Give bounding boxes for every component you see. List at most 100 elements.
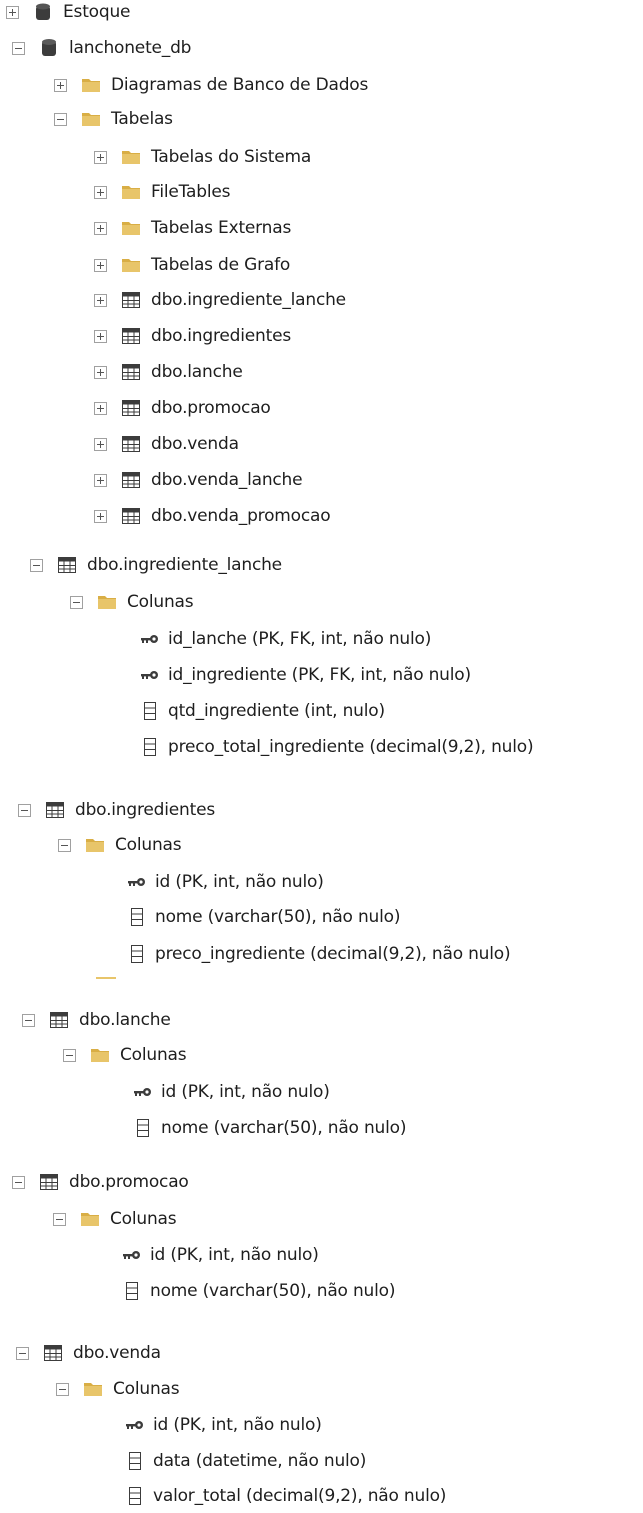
table-icon [121,327,141,345]
collapse-toggle[interactable] [22,1013,35,1027]
collapse-toggle[interactable] [30,558,43,572]
collapse-toggle[interactable] [58,838,71,852]
expand-toggle[interactable] [94,509,107,523]
column-item[interactable]: nome (varchar(50), não nulo) [133,1113,406,1143]
collapse-toggle[interactable] [56,1382,69,1396]
expand-toggle[interactable] [94,258,107,272]
column-icon [125,1487,145,1505]
tree-node-label: Tabelas [111,109,173,129]
tree-node-label: dbo.ingrediente_lanche [87,555,282,575]
column-item[interactable]: nome (varchar(50), não nulo) [122,1276,395,1306]
tree-node-label: dbo.lanche [79,1010,171,1030]
expand-toggle[interactable] [94,329,107,343]
collapse-toggle[interactable] [12,1175,25,1189]
tree-node-table[interactable]: dbo.venda [94,429,239,459]
column-icon [127,945,147,963]
column-label: id (PK, int, não nulo) [153,1415,322,1435]
column-label: preco_total_ingrediente (decimal(9,2), n… [168,737,534,757]
column-item[interactable]: id_lanche (PK, FK, int, não nulo) [140,624,431,654]
column-icon [122,1282,142,1300]
tree-node-columns-folder[interactable]: Colunas [53,1204,177,1234]
column-item[interactable]: id (PK, int, não nulo) [133,1077,330,1107]
expand-toggle[interactable] [94,293,107,307]
key-icon [125,1416,145,1434]
expand-toggle[interactable] [94,365,107,379]
tree-node-table[interactable]: dbo.venda_lanche [94,465,303,495]
column-label: nome (varchar(50), não nulo) [150,1281,396,1301]
tree-node-diagrams[interactable]: Diagramas de Banco de Dados [54,70,368,100]
tree-node-label: dbo.venda [73,1343,161,1363]
column-item[interactable]: id (PK, int, não nulo) [122,1240,319,1270]
tree-node-table[interactable]: dbo.lanche [22,1005,171,1035]
tree-node-table[interactable]: dbo.lanche [94,357,243,387]
folder-icon [83,1380,103,1398]
collapse-toggle[interactable] [18,803,31,817]
column-item[interactable]: id (PK, int, não nulo) [127,867,324,897]
column-label: id (PK, int, não nulo) [150,1245,319,1265]
tree-node-label: dbo.venda_lanche [151,470,303,490]
expand-toggle[interactable] [94,185,107,199]
tree-node-columns-folder[interactable]: Colunas [70,587,194,617]
tree-node-database[interactable]: lanchonete_db [12,33,191,63]
table-icon [121,291,141,309]
column-item[interactable]: data (datetime, não nulo) [125,1446,366,1476]
column-item[interactable]: preco_total_ingrediente (decimal(9,2), n… [140,732,534,762]
expand-toggle[interactable] [54,78,67,92]
column-label: qtd_ingrediente (int, nulo) [168,701,385,721]
expand-toggle[interactable] [94,221,107,235]
expand-toggle[interactable] [94,437,107,451]
tree-node-label: Colunas [115,835,182,855]
column-icon [133,1119,153,1137]
tree-node-folder[interactable]: Tabelas de Grafo [94,250,290,280]
tree-node-folder[interactable]: Tabelas do Sistema [94,142,311,172]
expand-toggle[interactable] [94,150,107,164]
tree-node-label: dbo.ingredientes [151,326,291,346]
tree-node-table[interactable]: dbo.venda [16,1338,161,1368]
table-icon [57,556,77,574]
column-item[interactable]: qtd_ingrediente (int, nulo) [140,696,385,726]
tree-node-estoque[interactable]: Estoque [6,0,130,27]
column-icon [140,702,160,720]
tree-node-label: Tabelas de Grafo [151,255,291,275]
key-icon [133,1083,153,1101]
tree-node-label: FileTables [151,182,231,202]
tree-node-columns-folder[interactable]: Colunas [58,830,182,860]
folder-icon [97,593,117,611]
collapse-toggle[interactable] [12,41,25,55]
tree-node-table[interactable]: dbo.ingrediente_lanche [94,285,346,315]
column-item[interactable]: nome (varchar(50), não nulo) [127,902,400,932]
tree-node-label: Tabelas do Sistema [151,147,312,167]
tree-node-folder[interactable]: Tabelas Externas [94,213,291,243]
column-item[interactable]: id_ingrediente (PK, FK, int, não nulo) [140,660,471,690]
column-item[interactable]: valor_total (decimal(9,2), não nulo) [125,1481,446,1511]
tree-node-folder[interactable]: FileTables [94,177,230,207]
collapse-toggle[interactable] [63,1048,76,1062]
tree-node-label: dbo.venda_promocao [151,506,331,526]
tree-node-table[interactable]: dbo.ingredientes [18,795,215,825]
expand-toggle[interactable] [94,401,107,415]
collapse-toggle[interactable] [54,112,67,126]
tree-node-label: dbo.venda [151,434,239,454]
database-icon [33,3,53,21]
column-label: valor_total (decimal(9,2), não nulo) [153,1486,447,1506]
column-label: id (PK, int, não nulo) [161,1082,330,1102]
tree-node-table[interactable]: dbo.venda_promocao [94,501,331,531]
tree-node-table[interactable]: dbo.ingredientes [94,321,291,351]
collapse-toggle[interactable] [70,595,83,609]
tree-node-columns-folder[interactable]: Colunas [56,1374,180,1404]
column-item[interactable]: id (PK, int, não nulo) [125,1410,322,1440]
tree-node-tables[interactable]: Tabelas [54,104,173,134]
tree-node-table[interactable]: dbo.ingrediente_lanche [30,550,282,580]
tree-node-table[interactable]: dbo.promocao [94,393,271,423]
expand-toggle[interactable] [6,5,19,19]
tree-node-columns-folder[interactable]: Colunas [63,1040,187,1070]
tree-node-label: Diagramas de Banco de Dados [111,75,369,95]
collapse-toggle[interactable] [16,1346,29,1360]
tree-node-table[interactable]: dbo.promocao [12,1167,189,1197]
column-item[interactable]: preco_ingrediente (decimal(9,2), não nul… [127,939,511,969]
expand-toggle[interactable] [94,473,107,487]
tree-node-label: dbo.ingredientes [75,800,215,820]
column-icon [127,908,147,926]
collapse-toggle[interactable] [53,1212,66,1226]
table-icon [39,1173,59,1191]
